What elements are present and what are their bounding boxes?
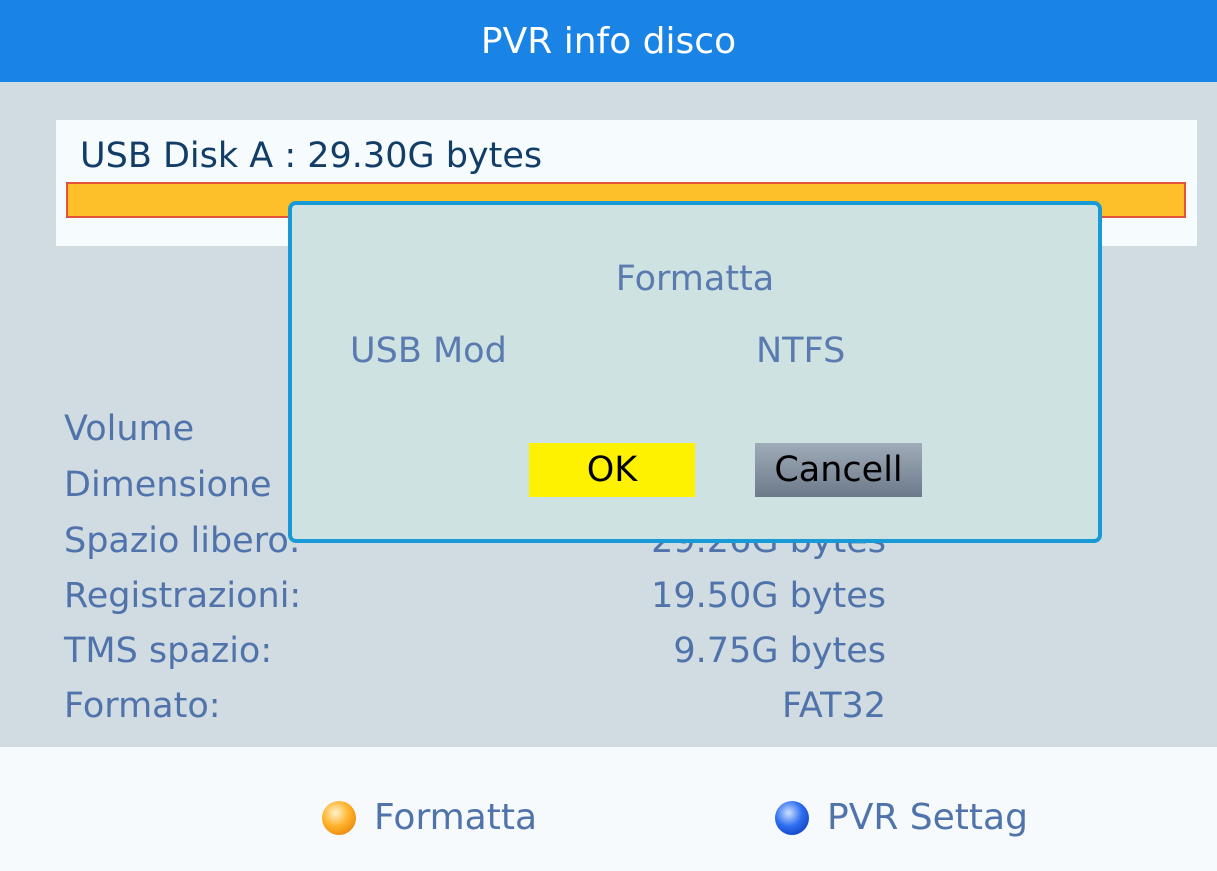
- usb-mode-label: USB Mod: [350, 331, 507, 371]
- info-label-dimensione: Dimensione: [64, 465, 272, 505]
- format-dialog: Formatta USB Mod NTFS OK Cancell: [288, 201, 1102, 543]
- info-value-tms-space: 9.75G bytes: [673, 631, 886, 671]
- pvr-settings-key-hint[interactable]: PVR Settag: [775, 797, 1028, 838]
- format-key-hint[interactable]: Formatta: [322, 797, 537, 838]
- info-label-format: Formato:: [64, 686, 221, 726]
- info-label-recordings: Registrazioni:: [64, 576, 302, 616]
- ok-button[interactable]: OK: [529, 443, 695, 497]
- format-key-label: Formatta: [374, 797, 538, 838]
- page-header: PVR info disco: [0, 0, 1217, 82]
- dialog-title: Formatta: [615, 259, 775, 299]
- info-row-tms-space: TMS spazio: 9.75G bytes: [64, 631, 886, 679]
- pvr-settings-key-label: PVR Settag: [827, 797, 1028, 838]
- page-title: PVR info disco: [480, 20, 737, 62]
- info-row-format: Formato: FAT32: [64, 686, 886, 734]
- info-value-recordings: 19.50G bytes: [651, 576, 886, 616]
- orange-button-icon: [322, 800, 356, 835]
- info-row-recordings: Registrazioni: 19.50G bytes: [64, 576, 886, 624]
- cancel-button[interactable]: Cancell: [755, 443, 922, 497]
- info-label-tms-space: TMS spazio:: [64, 631, 273, 671]
- blue-button-icon: [775, 800, 809, 835]
- disk-size-label: USB Disk A : 29.30G bytes: [80, 136, 543, 176]
- info-value-format: FAT32: [781, 686, 886, 726]
- info-label-volume: Volume: [64, 409, 195, 449]
- footer-bar: Formatta PVR Settag: [0, 747, 1217, 871]
- info-label-free-space: Spazio libero:: [64, 521, 301, 561]
- usb-mode-value[interactable]: NTFS: [756, 331, 845, 371]
